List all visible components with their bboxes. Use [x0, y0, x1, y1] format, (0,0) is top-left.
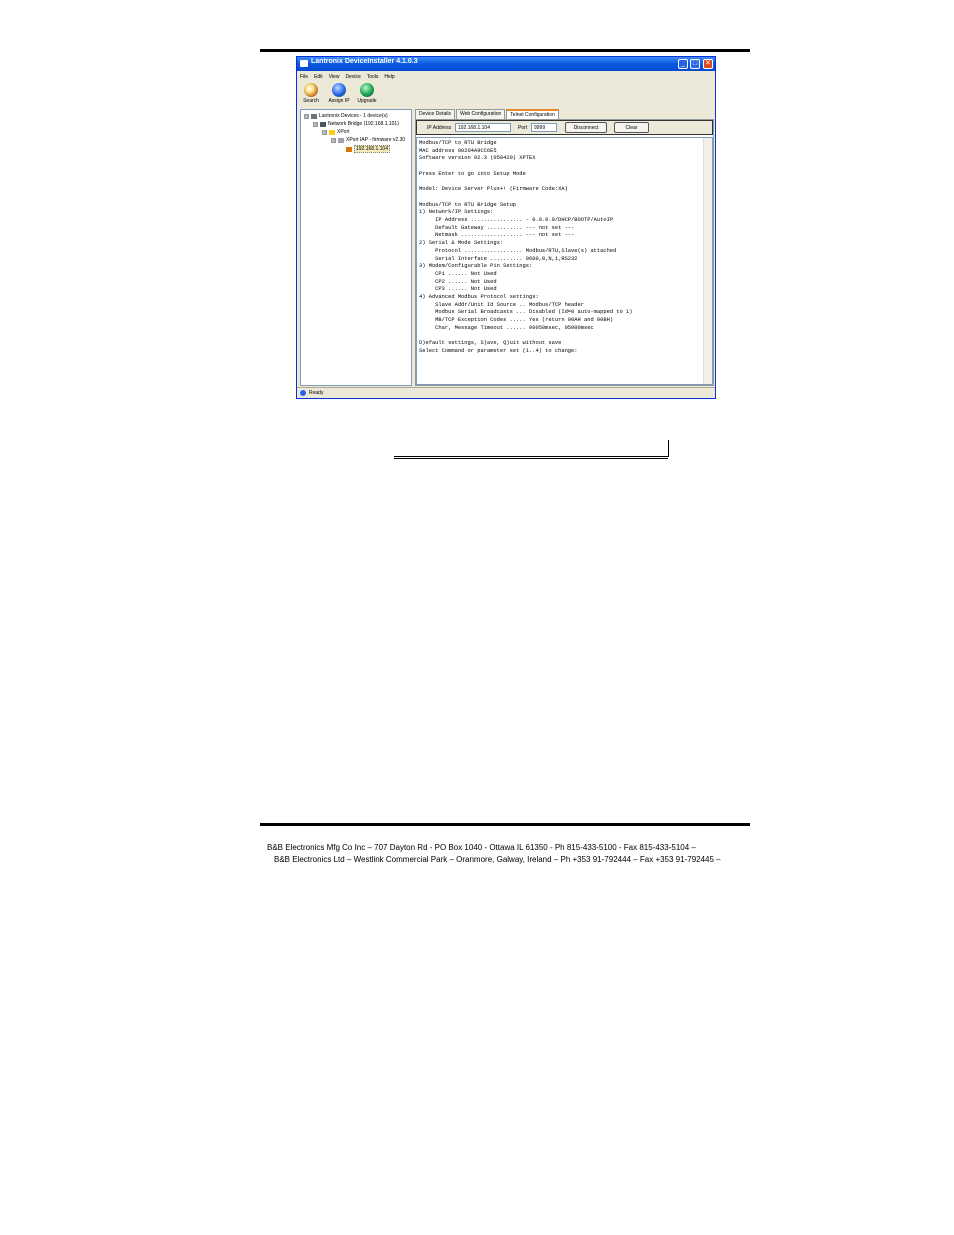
status-bar: Ready	[297, 387, 715, 398]
port-label: Port	[518, 125, 528, 131]
upgrade-icon	[360, 83, 374, 97]
console-scrollbar[interactable]	[703, 138, 712, 384]
collapse-toggle[interactable]: ⊟	[322, 129, 327, 135]
tree-firmware-label: XPort IAP - firmware v2.30	[346, 137, 406, 143]
ip-label: IP Address	[427, 125, 452, 131]
device-tree: ⊟ Lantronix Devices - 1 device(s) ⊟ Netw…	[300, 109, 412, 386]
menu-file[interactable]: File	[300, 74, 308, 80]
tab-web-configuration[interactable]: Web Configuration	[455, 109, 506, 119]
tab-telnet-configuration[interactable]: Telnet Configuration	[506, 109, 559, 119]
disconnect-button[interactable]: Disconnect	[565, 122, 607, 133]
app-icon	[300, 60, 308, 67]
upgrade-button[interactable]: Upgrade	[356, 83, 378, 107]
bottom-rule	[260, 823, 750, 826]
top-rule	[260, 49, 750, 52]
footer-line-2: B&B Electronics Ltd – Westlink Commercia…	[274, 855, 721, 864]
menu-edit[interactable]: Edit	[314, 74, 323, 80]
tree-root-label: Lantronix Devices - 1 device(s)	[319, 113, 388, 119]
collapse-toggle[interactable]: ⊟	[331, 137, 336, 143]
search-button[interactable]: Search	[300, 83, 322, 107]
connection-bar: IP Address 192.168.1.104 Port 9999 Disco…	[416, 120, 713, 135]
minimize-button[interactable]: _	[678, 59, 688, 69]
tree-type[interactable]: ⊟ XPort	[322, 129, 350, 135]
menu-device[interactable]: Device	[345, 74, 360, 80]
clear-button[interactable]: Clear	[614, 122, 649, 133]
device-icon	[346, 146, 352, 152]
tab-device-details[interactable]: Device Details	[415, 109, 455, 119]
window-title: Lantronix DeviceInstaller 4.1.0.3	[311, 58, 418, 65]
footer-line-1: B&B Electronics Mfg Co Inc – 707 Dayton …	[267, 843, 696, 852]
menu-bar: File Edit View Device Tools Help	[300, 72, 395, 82]
network-icon	[320, 121, 326, 127]
toolbar: Search Assign IP Upgrade	[300, 83, 378, 107]
folder-icon	[329, 129, 335, 135]
assign-ip-button[interactable]: Assign IP	[328, 83, 350, 107]
collapse-toggle[interactable]: ⊟	[304, 113, 309, 119]
collapse-toggle[interactable]: ⊟	[313, 121, 318, 127]
tab-strip: Device Details Web Configuration Telnet …	[415, 109, 559, 119]
ip-address-input[interactable]: 192.168.1.104	[455, 123, 511, 132]
caption-underline	[394, 458, 668, 459]
telnet-console[interactable]: Modbus/TCP to RTU Bridge MAC address 002…	[416, 137, 713, 385]
telnet-panel: IP Address 192.168.1.104 Port 9999 Disco…	[415, 119, 714, 386]
maximize-button[interactable]: □	[690, 59, 700, 69]
device-installer-window: Lantronix DeviceInstaller 4.1.0.3 _ □ ✕ …	[296, 56, 716, 399]
status-text: Ready	[309, 390, 324, 396]
search-icon	[304, 83, 318, 97]
tree-root[interactable]: ⊟ Lantronix Devices - 1 device(s)	[304, 113, 388, 119]
search-label: Search	[303, 98, 319, 104]
tree-network-label: Network Bridge (192.168.1.101)	[328, 121, 399, 127]
assign-ip-label: Assign IP	[328, 98, 350, 104]
caption-box	[394, 440, 669, 457]
upgrade-label: Upgrade	[357, 98, 377, 104]
menu-view[interactable]: View	[329, 74, 340, 80]
menu-help[interactable]: Help	[384, 74, 394, 80]
tree-device-label: 192.168.1.104	[354, 145, 390, 153]
tree-firmware[interactable]: ⊟ XPort IAP - firmware v2.30	[331, 137, 405, 143]
status-icon	[300, 390, 306, 396]
port-input[interactable]: 9999	[531, 123, 557, 132]
menu-tools[interactable]: Tools	[367, 74, 379, 80]
computer-icon	[311, 113, 317, 119]
tree-type-label: XPort	[337, 129, 350, 135]
title-bar[interactable]: Lantronix DeviceInstaller 4.1.0.3 _ □ ✕	[297, 57, 715, 71]
device-type-icon	[338, 137, 344, 143]
tree-device[interactable]: 192.168.1.104	[346, 145, 390, 153]
assign-ip-icon	[332, 83, 346, 97]
console-output: Modbus/TCP to RTU Bridge MAC address 002…	[419, 140, 633, 354]
close-button[interactable]: ✕	[703, 59, 713, 69]
tree-network[interactable]: ⊟ Network Bridge (192.168.1.101)	[313, 121, 399, 127]
